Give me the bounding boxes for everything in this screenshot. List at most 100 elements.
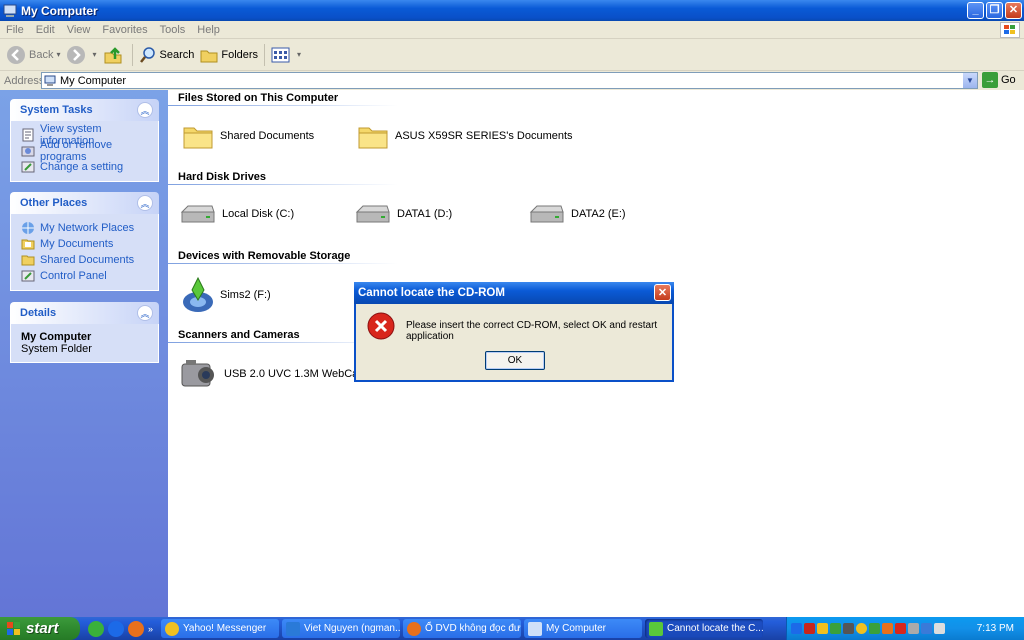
dialog-message: Please insert the correct CD-ROM, select… bbox=[406, 320, 658, 342]
tray-icon[interactable] bbox=[843, 623, 854, 634]
internet-explorer-icon[interactable] bbox=[108, 620, 124, 637]
data2-e-label: DATA2 (E:) bbox=[571, 208, 626, 220]
signal-icon[interactable] bbox=[908, 623, 919, 634]
control-panel-link[interactable]: Control Panel bbox=[21, 268, 154, 284]
asus-documents-item[interactable]: ASUS X59SR SERIES's Documents bbox=[357, 120, 573, 152]
dialog-close-button[interactable]: ✕ bbox=[654, 284, 671, 301]
window-title: My Computer bbox=[21, 3, 98, 18]
ok-button[interactable]: OK bbox=[485, 351, 545, 370]
task-my-computer[interactable]: My Computer bbox=[524, 619, 642, 638]
kaspersky-icon[interactable] bbox=[804, 623, 815, 634]
taskbar: start » Yahoo! Messenger Viet Nguyen (ng… bbox=[0, 617, 1024, 640]
shared-documents-item[interactable]: Shared Documents bbox=[182, 120, 314, 152]
menu-file[interactable]: File bbox=[0, 24, 30, 36]
drives-group-header: Hard Disk Drives bbox=[178, 171, 267, 183]
system-tray: 7:13 PM bbox=[786, 617, 1024, 640]
toolbar-separator bbox=[264, 43, 266, 66]
collapse-icon[interactable]: ︽ bbox=[137, 305, 153, 321]
files-group-header: Files Stored on This Computer bbox=[178, 92, 339, 104]
yahoo-tray-icon[interactable] bbox=[856, 623, 867, 634]
system-tasks-header[interactable]: System Tasks ︽ bbox=[10, 99, 159, 121]
tray-icon[interactable] bbox=[869, 623, 880, 634]
task-label: My Computer bbox=[546, 623, 607, 634]
menu-tools[interactable]: Tools bbox=[154, 24, 192, 36]
start-button[interactable]: start bbox=[0, 617, 80, 640]
restore-button[interactable]: ❐ bbox=[986, 2, 1003, 19]
quick-launch-more-button[interactable]: » bbox=[148, 624, 153, 634]
sims2-icon bbox=[649, 621, 663, 636]
go-label: Go bbox=[1001, 74, 1016, 86]
tray-icon[interactable] bbox=[791, 623, 802, 634]
my-documents-link[interactable]: My Documents bbox=[21, 236, 154, 252]
folders-button[interactable]: Folders bbox=[200, 46, 258, 64]
my-documents-label: My Documents bbox=[40, 238, 114, 250]
data2-e-item[interactable]: DATA2 (E:) bbox=[529, 202, 626, 226]
address-dropdown-button[interactable]: ▼ bbox=[963, 73, 977, 88]
address-input[interactable]: My Computer ▼ bbox=[41, 72, 978, 89]
details-header[interactable]: Details ︽ bbox=[10, 302, 159, 324]
details-name: My Computer bbox=[21, 331, 92, 343]
change-setting-label: Change a setting bbox=[40, 161, 124, 173]
forward-button[interactable]: ▾ bbox=[66, 45, 97, 65]
network-places-icon bbox=[22, 222, 34, 234]
shared-documents-label: Shared Documents bbox=[40, 254, 135, 266]
dialog-title-bar[interactable]: Cannot locate the CD-ROM ✕ bbox=[354, 282, 674, 304]
tray-icon[interactable] bbox=[817, 623, 828, 634]
menu-edit[interactable]: Edit bbox=[30, 24, 61, 36]
task-viet-nguyen[interactable]: Viet Nguyen (ngman... bbox=[282, 619, 400, 638]
go-button[interactable]: → Go bbox=[982, 72, 1016, 88]
menu-view[interactable]: View bbox=[61, 24, 97, 36]
yahoo-messenger-icon bbox=[165, 621, 179, 636]
views-button[interactable]: ▾ bbox=[271, 46, 301, 64]
my-documents-icon bbox=[21, 239, 35, 250]
control-panel-icon bbox=[21, 270, 35, 282]
my-network-places-link[interactable]: My Network Places bbox=[21, 220, 154, 236]
task-cannot-locate-cdrom[interactable]: Cannot locate the C... bbox=[645, 619, 763, 638]
address-value: My Computer bbox=[60, 74, 127, 87]
address-bar: Address My Computer ▼ → Go bbox=[0, 71, 1024, 90]
clock[interactable]: 7:13 PM bbox=[977, 623, 1014, 634]
webcam-item[interactable]: USB 2.0 UVC 1.3M WebCam bbox=[180, 356, 367, 392]
shared-documents-item-label: Shared Documents bbox=[220, 130, 315, 142]
tray-icon[interactable] bbox=[882, 623, 893, 634]
other-places-panel: Other Places ︽ My Network Places My Docu… bbox=[10, 192, 159, 291]
windows-logo-icon bbox=[1000, 22, 1020, 38]
menu-help[interactable]: Help bbox=[191, 24, 226, 36]
system-info-icon bbox=[22, 128, 34, 142]
webcam-label: USB 2.0 UVC 1.3M WebCam bbox=[224, 368, 368, 380]
sims2-f-item[interactable]: Sims2 (F:) bbox=[182, 276, 271, 314]
title-bar[interactable]: My Computer _ ❐ ✕ bbox=[0, 0, 1024, 21]
close-button[interactable]: ✕ bbox=[1005, 2, 1022, 19]
asus-documents-item-label: ASUS X59SR SERIES's Documents bbox=[395, 130, 573, 142]
tray-icon[interactable] bbox=[830, 623, 841, 634]
add-remove-programs-icon bbox=[21, 146, 35, 157]
local-disk-c-item[interactable]: Local Disk (C:) bbox=[180, 202, 294, 226]
up-folder-button[interactable] bbox=[103, 45, 126, 65]
webcam-icon bbox=[181, 360, 214, 387]
task-yahoo-messenger[interactable]: Yahoo! Messenger bbox=[161, 619, 279, 638]
collapse-icon[interactable]: ︽ bbox=[137, 195, 153, 211]
add-remove-programs-link[interactable]: Add or remove programs bbox=[21, 139, 154, 163]
volume-icon[interactable] bbox=[934, 623, 945, 634]
minimize-button[interactable]: _ bbox=[967, 2, 984, 19]
quick-launch-icon[interactable] bbox=[88, 620, 104, 637]
my-computer-small-icon bbox=[44, 75, 56, 86]
firefox-icon[interactable] bbox=[128, 620, 144, 637]
task-label: Viet Nguyen (ngman... bbox=[304, 623, 400, 634]
data1-d-item[interactable]: DATA1 (D:) bbox=[355, 202, 452, 226]
toolbar-separator bbox=[131, 43, 133, 66]
search-button[interactable]: Search bbox=[139, 46, 194, 64]
collapse-icon[interactable]: ︽ bbox=[137, 102, 153, 118]
menu-favorites[interactable]: Favorites bbox=[96, 24, 153, 36]
shared-documents-link[interactable]: Shared Documents bbox=[21, 252, 154, 268]
error-dialog: Cannot locate the CD-ROM ✕ Please insert… bbox=[354, 282, 674, 382]
other-places-header[interactable]: Other Places ︽ bbox=[10, 192, 159, 214]
task-pane: System Tasks ︽ View system information A… bbox=[0, 90, 168, 617]
ati-icon[interactable] bbox=[895, 623, 906, 634]
network-icon[interactable] bbox=[921, 623, 932, 634]
search-icon bbox=[139, 46, 155, 63]
back-button[interactable]: Back ▾ bbox=[6, 45, 60, 65]
my-computer-icon bbox=[528, 621, 542, 636]
windows-flag-icon bbox=[7, 621, 20, 635]
task-dvd-forum[interactable]: Ổ DVD không đọc đư... bbox=[403, 619, 521, 638]
